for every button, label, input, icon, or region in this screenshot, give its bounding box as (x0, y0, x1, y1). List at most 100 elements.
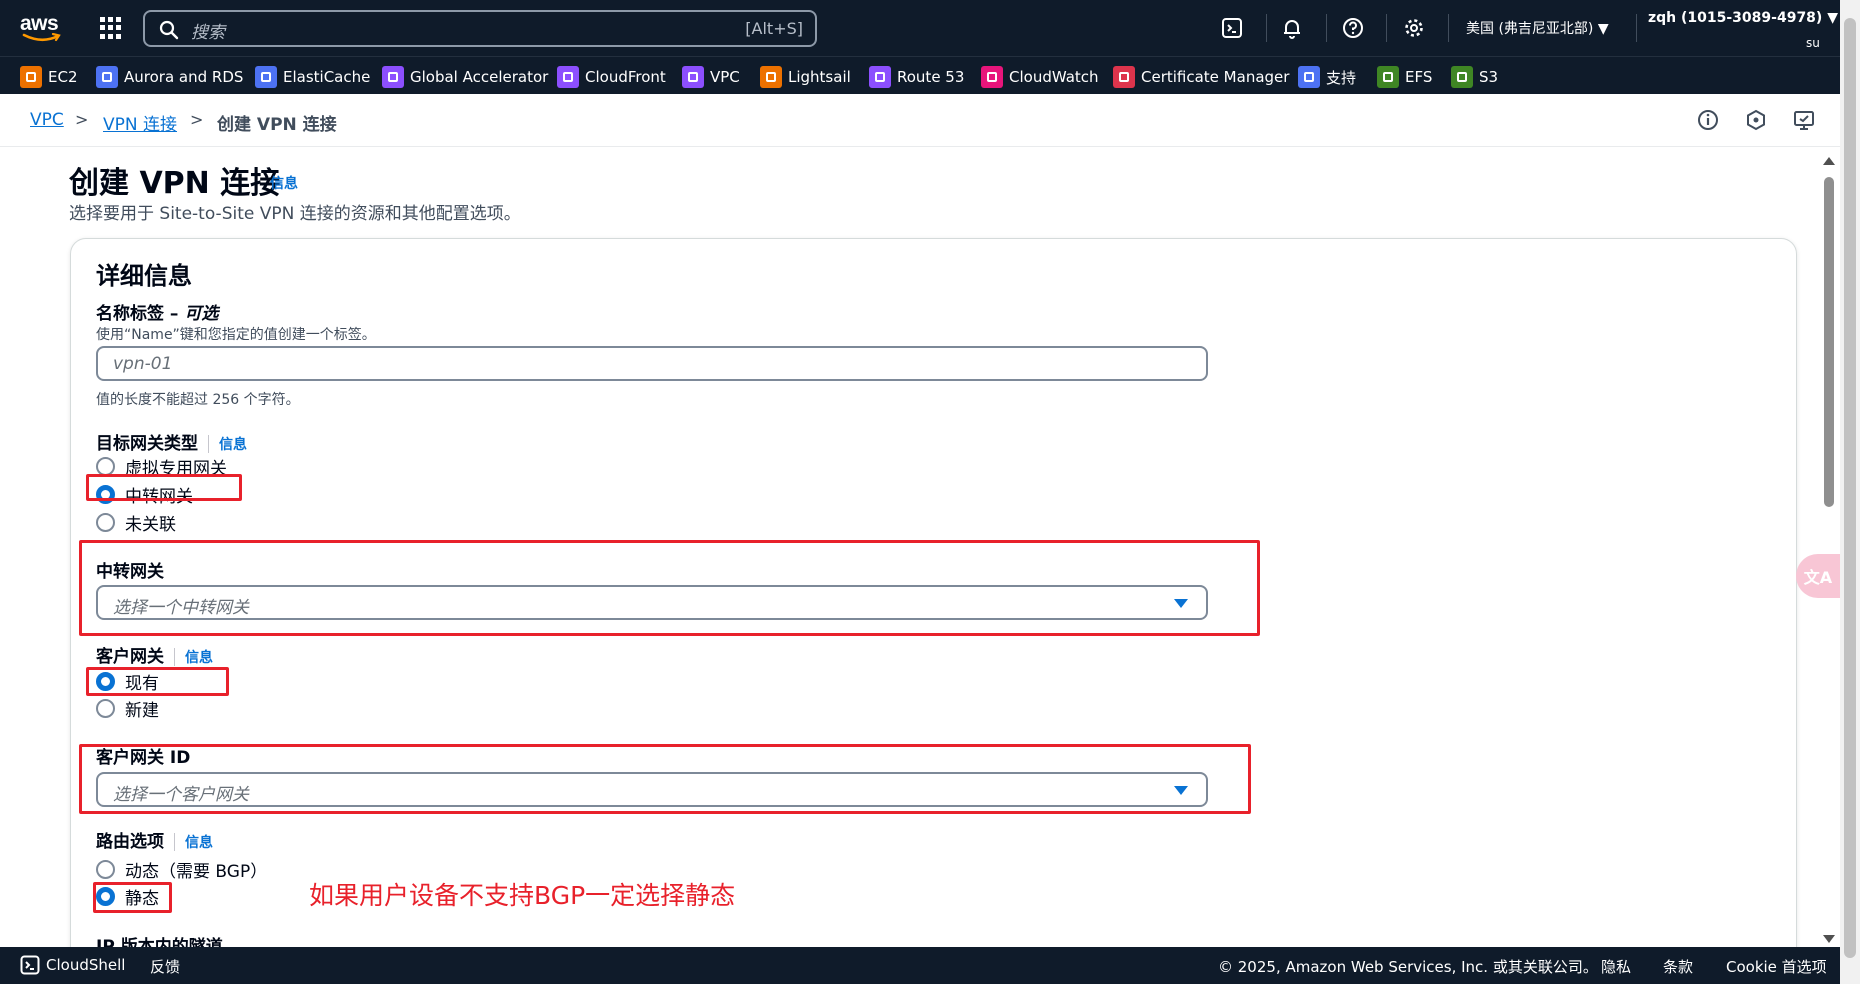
target-gateway-type-info-link[interactable]: 信息 (219, 437, 247, 453)
search-input[interactable]: 搜索 [Alt+S] (143, 10, 817, 47)
customer-gateway-info-link[interactable]: 信息 (185, 650, 213, 666)
favorite-lightsail[interactable]: Lightsail (760, 65, 851, 89)
footer-cloudshell[interactable]: CloudShell (46, 956, 125, 974)
lightsail-icon (760, 66, 782, 88)
info-panel-icon[interactable] (1696, 108, 1720, 132)
settings-icon[interactable] (1401, 15, 1427, 41)
aws-logo[interactable]: aws (20, 10, 64, 44)
favorite-ec2[interactable]: EC2 (20, 65, 78, 89)
window-scroll-thumb[interactable] (1844, 18, 1856, 958)
efs-icon (1377, 66, 1399, 88)
feedback-screen-icon[interactable] (1792, 108, 1816, 132)
page-title: 创建 VPN 连接 (69, 166, 281, 201)
favorite-label: ElastiCache (283, 68, 371, 86)
favorite-elasticache[interactable]: ElastiCache (255, 65, 370, 89)
breadcrumb-vpc[interactable]: VPC (30, 110, 64, 130)
favorite-label: Global Accelerator (410, 68, 549, 86)
footer-privacy[interactable]: 隐私 (1601, 956, 1631, 977)
customer-gateway-label-text: 客户网关 (96, 647, 164, 667)
routing-options-label-text: 路由选项 (96, 832, 164, 852)
footer-feedback[interactable]: 反馈 (150, 956, 180, 977)
favorite-label: Aurora and RDS (124, 68, 244, 86)
favorite-label: Route 53 (897, 68, 965, 86)
favorite-cloudwatch[interactable]: CloudWatch (981, 65, 1099, 89)
favorite-certificate-manager[interactable]: Certificate Manager (1113, 65, 1289, 89)
region-selector[interactable]: 美国 (弗吉尼亚北部) ▼ (1466, 18, 1609, 38)
help-icon[interactable] (1340, 15, 1366, 41)
scroll-thumb[interactable] (1824, 177, 1834, 507)
favorites-bar: EC2 Aurora and RDS ElastiCache Global Ac… (0, 56, 1840, 94)
cloudshell-icon[interactable] (1219, 15, 1245, 41)
account-sub: su (1806, 36, 1820, 50)
search-icon (159, 20, 179, 40)
favorite-aurora-rds[interactable]: Aurora and RDS (96, 65, 243, 89)
breadcrumb-separator: > (75, 110, 89, 129)
favorite-global-accelerator[interactable]: Global Accelerator (382, 65, 548, 89)
highlight-static-radio (93, 882, 172, 913)
radio-label: 新建 (125, 700, 159, 721)
name-tag-input[interactable]: vpn-01 (96, 346, 1208, 381)
vpc-icon (682, 66, 704, 88)
name-tag-placeholder: vpn-01 (113, 354, 173, 374)
page-info-link[interactable]: 信息 (270, 173, 298, 193)
name-tag-label: 名称标签 – 可选 (96, 299, 218, 324)
elasticache-icon (255, 66, 277, 88)
name-tag-optional: 可选 (184, 304, 219, 324)
breadcrumb-vpn-connections[interactable]: VPN 连接 (103, 110, 177, 135)
security-shield-icon[interactable] (1744, 108, 1768, 132)
favorite-label: Certificate Manager (1141, 68, 1290, 86)
routing-options-label: 路由选项 信息 (96, 827, 213, 852)
content-scrollbar[interactable] (1820, 155, 1838, 945)
radio-button[interactable] (96, 859, 115, 879)
bell-icon[interactable] (1279, 15, 1305, 41)
radio-not-associated[interactable]: 未关联 (96, 510, 176, 535)
account-menu[interactable]: zqh (1015-3089-4978) ▼ (1648, 10, 1838, 26)
services-grid-icon[interactable] (100, 17, 122, 39)
footer-cookie-preferences[interactable]: Cookie 首选项 (1726, 956, 1827, 977)
footer-copyright: © 2025, Amazon Web Services, Inc. 或其关联公司… (1218, 958, 1598, 976)
favorite-vpc[interactable]: VPC (682, 65, 740, 89)
favorite-label: VPC (710, 68, 740, 86)
favorite-label: CloudWatch (1009, 68, 1099, 86)
radio-dynamic-bgp[interactable]: 动态（需要 BGP） (96, 857, 268, 882)
radio-label: 动态（需要 BGP） (125, 861, 268, 882)
s3-icon (1451, 66, 1473, 88)
aws-smile-icon (22, 33, 61, 42)
favorite-support[interactable]: 支持 (1298, 65, 1356, 89)
window-scrollbar[interactable] (1840, 0, 1860, 984)
highlight-transit-gateway-radio (86, 474, 242, 501)
support-icon (1298, 66, 1320, 88)
global-accelerator-icon (382, 66, 404, 88)
ec2-icon (20, 66, 42, 88)
favorite-label: 支持 (1326, 68, 1357, 87)
favorite-route53[interactable]: Route 53 (869, 65, 964, 89)
routing-options-info-link[interactable]: 信息 (185, 835, 213, 851)
translate-button[interactable]: 文A (1796, 554, 1840, 598)
scroll-down-icon[interactable] (1823, 935, 1835, 943)
radio-button[interactable] (96, 698, 115, 718)
favorite-label: Lightsail (788, 68, 851, 86)
cloudfront-icon (557, 66, 579, 88)
favorite-label: CloudFront (585, 68, 666, 86)
breadcrumb-current: 创建 VPN 连接 (217, 115, 337, 135)
cloudwatch-icon (981, 66, 1003, 88)
radio-new[interactable]: 新建 (96, 696, 159, 721)
search-shortcut: [Alt+S] (745, 19, 803, 38)
details-title: 详细信息 (96, 262, 192, 290)
certificate-manager-icon (1113, 66, 1135, 88)
favorite-efs[interactable]: EFS (1377, 65, 1432, 89)
radio-button[interactable] (96, 456, 115, 476)
route53-icon (869, 66, 891, 88)
search-placeholder: 搜索 (191, 23, 225, 43)
page-description: 选择要用于 Site-to-Site VPN 连接的资源和其他配置选项。 (69, 204, 521, 224)
top-navigation: aws 搜索 [Alt+S] 美国 (弗吉尼亚北部) ▼ zqh (1015-3… (0, 0, 1840, 56)
radio-button[interactable] (96, 512, 115, 532)
favorite-cloudfront[interactable]: CloudFront (557, 65, 666, 89)
favorite-s3[interactable]: S3 (1451, 65, 1498, 89)
target-gateway-type-label-text: 目标网关类型 (96, 434, 198, 454)
footer-terms[interactable]: 条款 (1663, 956, 1693, 977)
highlight-customer-gateway-id (79, 744, 1251, 814)
target-gateway-type-label: 目标网关类型 信息 (96, 429, 247, 454)
scroll-up-icon[interactable] (1823, 157, 1835, 165)
cloudshell-icon[interactable] (20, 955, 40, 975)
